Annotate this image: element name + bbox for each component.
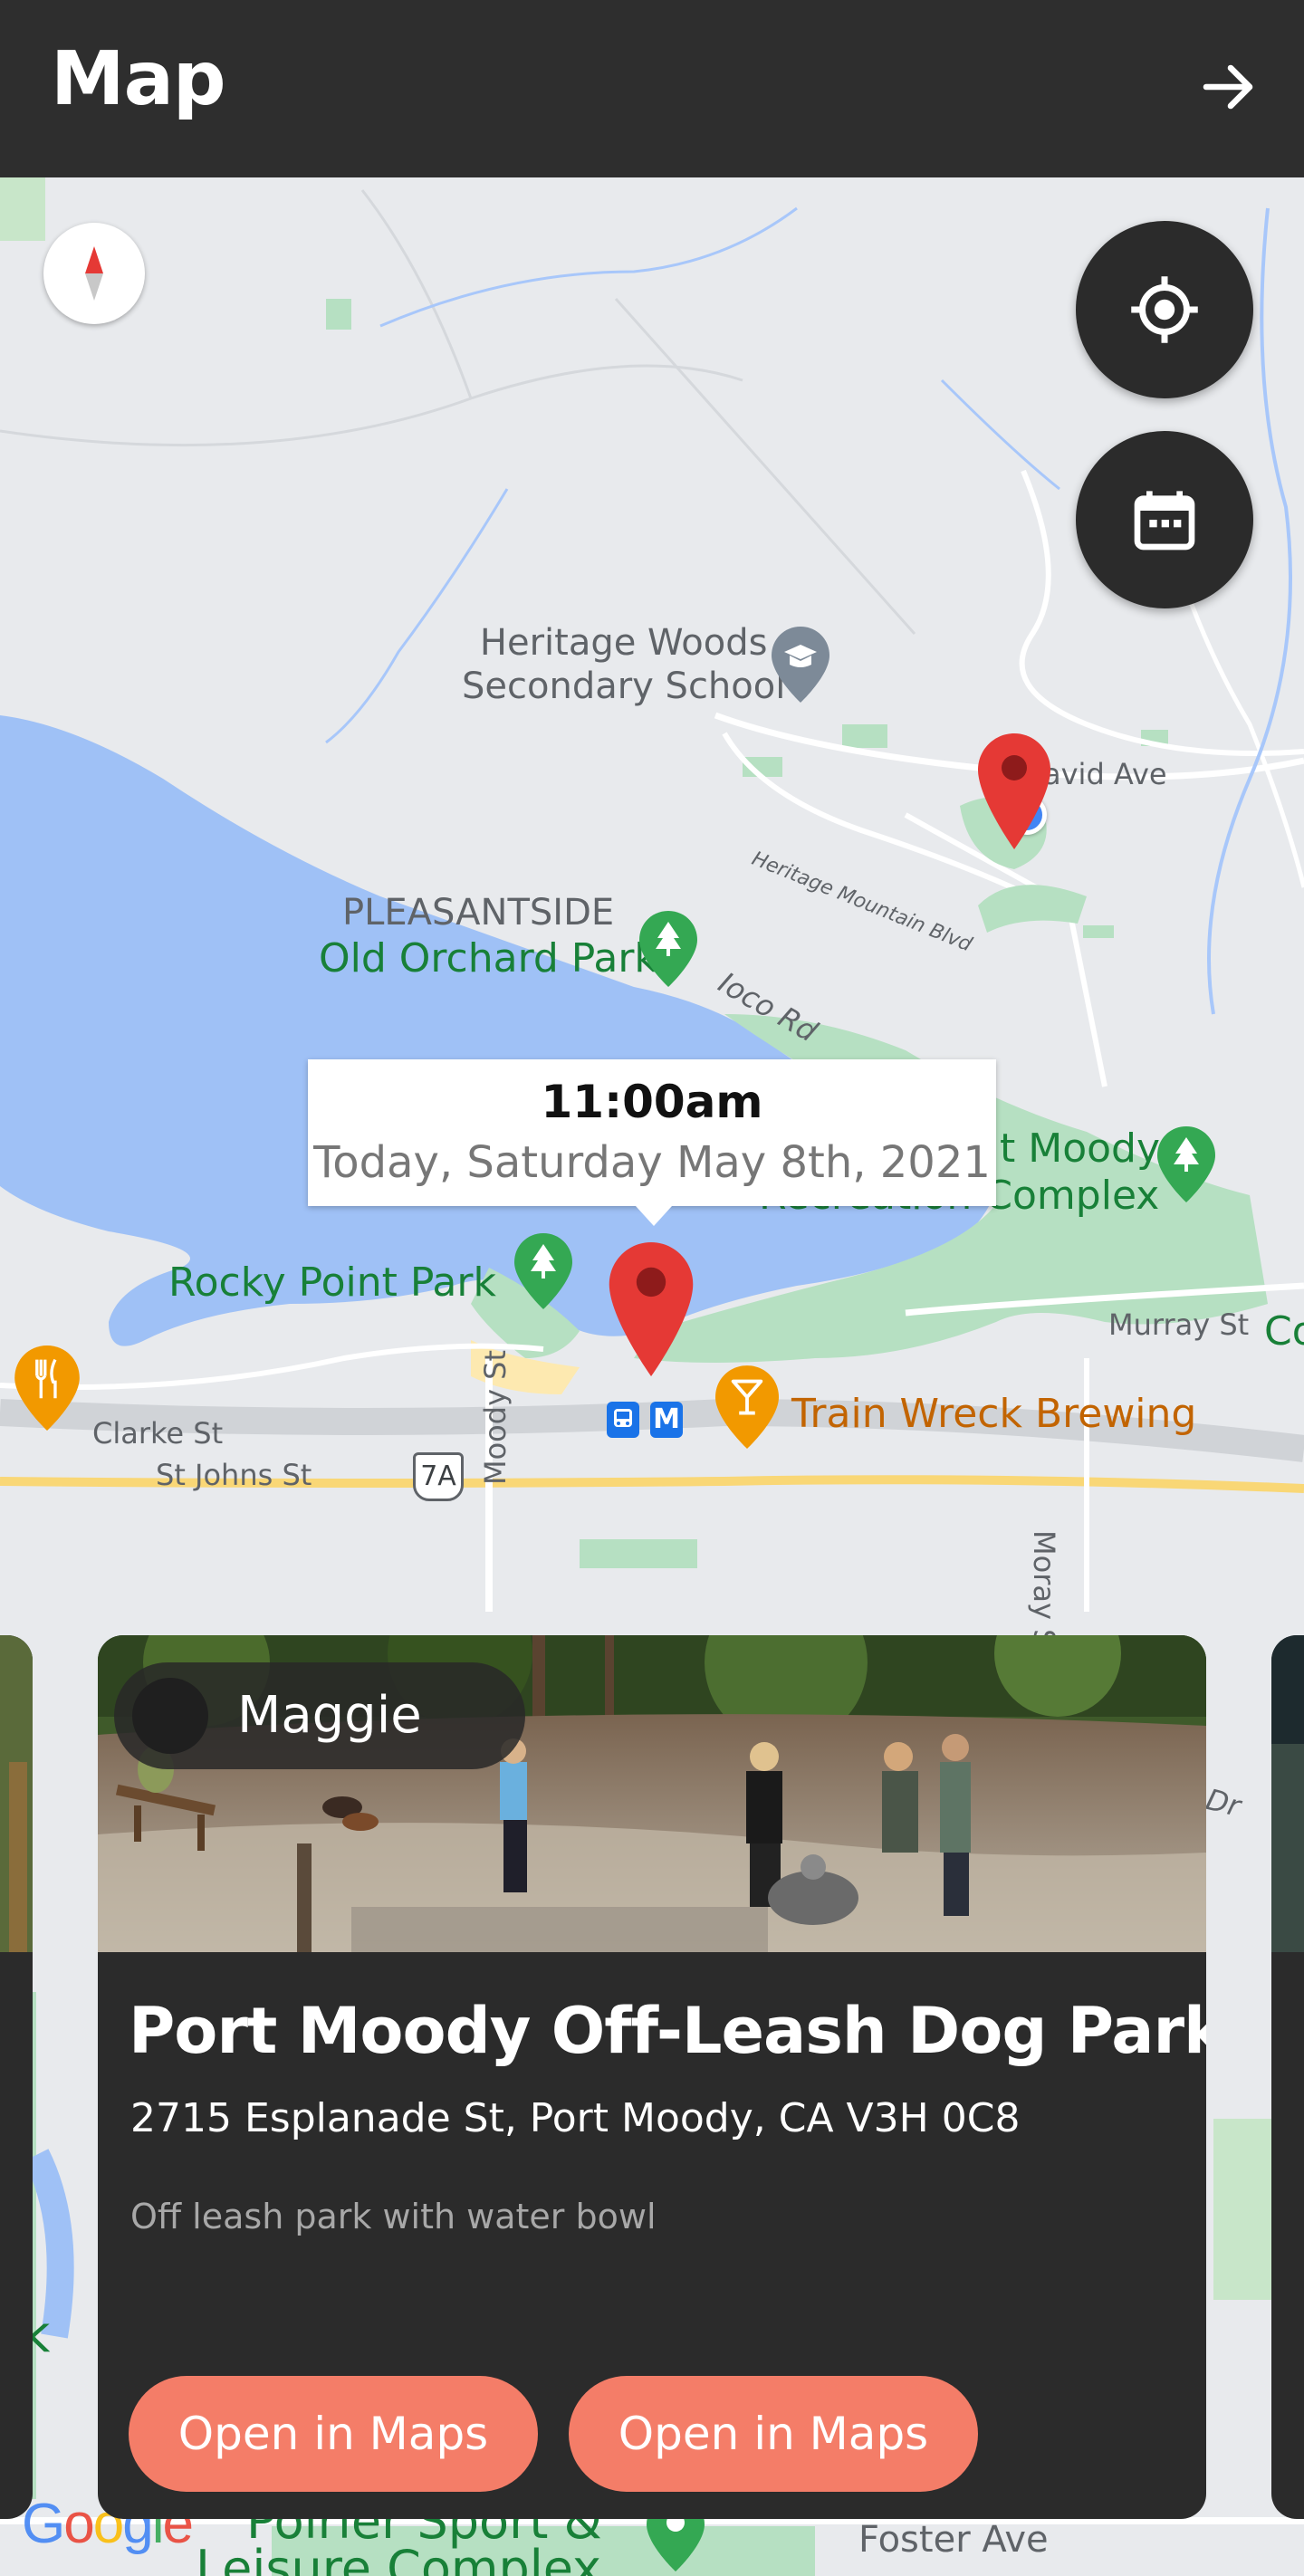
- compass-button[interactable]: [43, 223, 145, 324]
- road-label-moody-st: Moody St: [478, 1349, 513, 1485]
- page-title: Map: [51, 36, 226, 122]
- place-label-co: Co: [1264, 1308, 1304, 1355]
- road-label-st-johns: St Johns St: [156, 1458, 312, 1492]
- arrow-right-icon[interactable]: [1195, 54, 1261, 120]
- park-card-next[interactable]: [1271, 1635, 1304, 2519]
- place-label-train-wreck: Train Wreck Brewing: [791, 1391, 1197, 1437]
- card-photo-previous: [0, 1635, 33, 1952]
- park-label-rocky-point: Rocky Point Park: [168, 1259, 496, 1306]
- owner-avatar: [132, 1678, 208, 1754]
- recreation-marker-icon[interactable]: [1157, 1126, 1215, 1202]
- park-description: Off leash park with water bowl: [130, 2197, 657, 2236]
- school-label-line-2: Secondary School: [462, 666, 786, 707]
- marker-info-window[interactable]: 11:00am Today, Saturday May 8th, 2021: [308, 1059, 996, 1226]
- calendar-icon: [1134, 491, 1195, 551]
- metro-icon: M: [650, 1402, 683, 1438]
- info-date: Today, Saturday May 8th, 2021: [313, 1137, 991, 1188]
- road-label-foster: Foster Ave: [858, 2519, 1049, 2561]
- park-marker-icon[interactable]: [639, 911, 697, 987]
- park-photo: Maggie: [98, 1635, 1206, 1952]
- compass-icon: [85, 246, 103, 301]
- restaurant-marker-icon[interactable]: [14, 1345, 80, 1431]
- park-card-previous[interactable]: [0, 1635, 33, 2519]
- park-marker-icon[interactable]: [514, 1233, 572, 1309]
- crosshair-icon: [1131, 276, 1198, 343]
- owner-chip[interactable]: Maggie: [114, 1662, 525, 1769]
- school-label-line-1: Heritage Woods: [479, 622, 768, 664]
- school-label: Heritage Woods Secondary School: [462, 621, 785, 708]
- location-pin-icon[interactable]: [978, 733, 1050, 849]
- park-address: 2715 Esplanade St, Port Moody, CA V3H 0C…: [130, 2095, 1021, 2141]
- owner-name: Maggie: [237, 1686, 422, 1745]
- road-label-david-ave: avid Ave: [1043, 757, 1167, 791]
- neighbourhood-label-pleasantside: PLEASANTSIDE: [342, 892, 615, 934]
- info-time: 11:00am: [541, 1076, 763, 1128]
- card-photo-next: [1271, 1635, 1304, 1952]
- open-in-maps-button-secondary[interactable]: Open in Maps: [569, 2376, 978, 2492]
- road-label-clarke: Clarke St: [92, 1416, 224, 1451]
- open-in-maps-button[interactable]: Open in Maps: [129, 2376, 538, 2492]
- app-header: Map: [0, 0, 1304, 177]
- highway-shield: 7A: [413, 1452, 464, 1501]
- park-title: Port Moody Off-Leash Dog Park: [129, 1994, 1206, 2068]
- calendar-button[interactable]: [1076, 431, 1253, 608]
- school-marker-icon[interactable]: [772, 627, 829, 703]
- bar-marker-icon[interactable]: [715, 1365, 779, 1449]
- rec-label-line-1: t Moody: [1000, 1125, 1161, 1172]
- my-location-button[interactable]: [1076, 221, 1253, 398]
- park-card[interactable]: Maggie Port Moody Off-Leash Dog Park 271…: [98, 1635, 1206, 2519]
- park-label-old-orchard: Old Orchard Park: [319, 935, 657, 982]
- place-label-poirier-2: Leisure Complex: [196, 2540, 601, 2576]
- road-label-murray: Murray St: [1108, 1307, 1250, 1342]
- bus-icon: [607, 1402, 639, 1438]
- selected-pin-icon[interactable]: [609, 1242, 694, 1376]
